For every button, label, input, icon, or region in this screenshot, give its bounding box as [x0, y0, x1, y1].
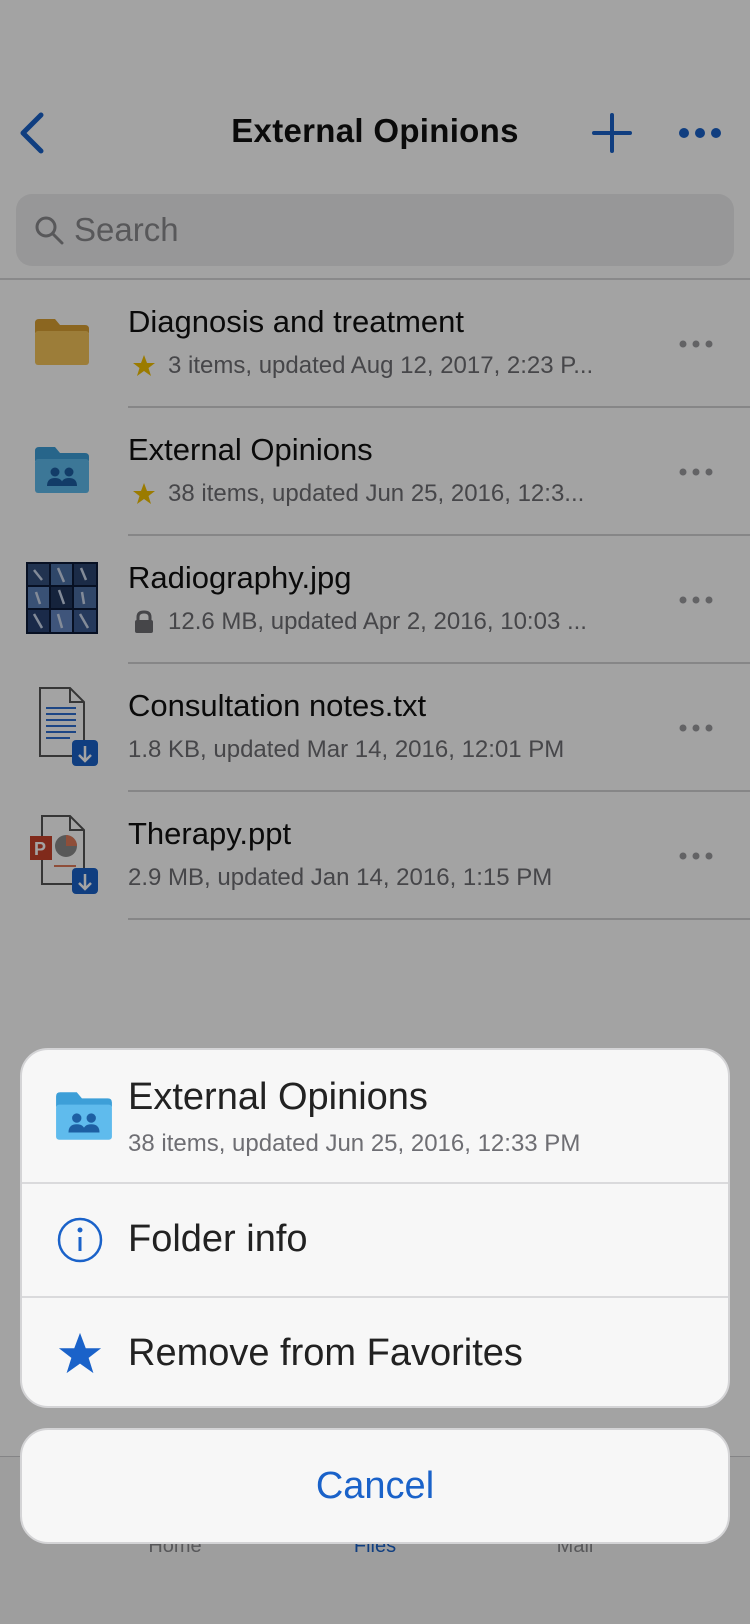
folder-info-label: Folder info	[128, 1218, 308, 1260]
info-icon	[56, 1216, 104, 1264]
folder-info-button[interactable]: Folder info	[22, 1184, 728, 1296]
sheet-title: External Opinions	[128, 1076, 428, 1118]
remove-favorites-label: Remove from Favorites	[128, 1332, 523, 1374]
action-sheet: External Opinions 38 items, updated Jun …	[20, 1048, 730, 1408]
shared-folder-icon	[56, 1092, 112, 1140]
remove-favorites-button[interactable]: Remove from Favorites	[22, 1298, 728, 1406]
cancel-button[interactable]: Cancel	[20, 1428, 730, 1544]
star-icon	[56, 1330, 104, 1378]
sheet-subtitle: 38 items, updated Jun 25, 2016, 12:33 PM	[128, 1130, 581, 1157]
sheet-header: External Opinions 38 items, updated Jun …	[22, 1050, 728, 1182]
